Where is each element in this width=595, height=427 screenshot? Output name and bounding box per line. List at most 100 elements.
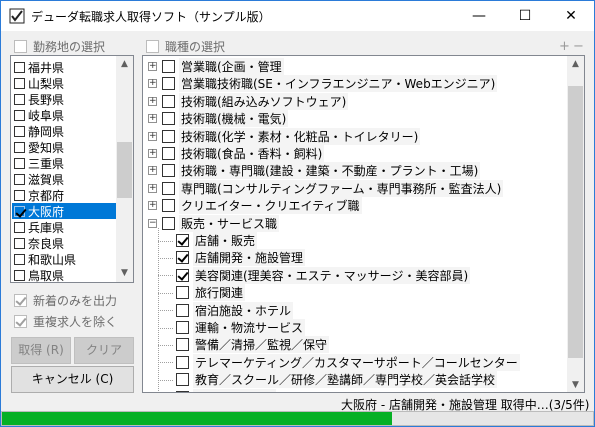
location-item-checkbox[interactable] xyxy=(14,77,25,89)
location-list-item[interactable]: 兵庫県 xyxy=(12,219,118,235)
location-item-checkbox[interactable] xyxy=(14,253,25,265)
job-category-checkbox[interactable] xyxy=(162,199,175,213)
job-category-checkbox[interactable] xyxy=(162,216,175,230)
job-subcategory-checkbox[interactable] xyxy=(176,373,189,387)
job-subcategory-row[interactable]: 宿泊施設・ホテル xyxy=(176,301,294,319)
maximize-button[interactable]: ☐ xyxy=(502,1,548,31)
job-category-checkbox[interactable] xyxy=(162,60,175,73)
location-scrollbar[interactable]: ▲ ▼ xyxy=(116,56,133,282)
job-tree-scrollbar[interactable]: ▲ ▼ xyxy=(567,56,584,392)
job-select-all[interactable]: 職種の選択 xyxy=(146,38,225,55)
collapse-all-button[interactable]: − xyxy=(573,39,584,54)
location-item-checkbox[interactable] xyxy=(14,109,25,121)
location-item-checkbox[interactable] xyxy=(14,157,25,169)
job-category-checkbox[interactable] xyxy=(162,147,175,160)
job-category-row[interactable]: + 営業職(企画・管理 xyxy=(148,58,284,75)
job-category-checkbox[interactable] xyxy=(162,77,175,91)
collapse-icon[interactable]: − xyxy=(148,218,157,228)
location-list[interactable]: 鳥取県 和歌山県 奈良県 兵庫県 大阪府 京都府 滋賀県 三重県 愛知県 静岡県 岐阜県 長野県 山梨県… xyxy=(10,55,134,283)
clear-button[interactable]: クリア (N) xyxy=(74,337,134,382)
location-list-item[interactable]: 滋賀県 xyxy=(12,171,118,187)
job-category-row[interactable]: + クリエイター・クリエイティブ職 xyxy=(148,197,362,215)
location-list-item[interactable]: 和歌山県 xyxy=(12,251,118,267)
job-subcategory-row[interactable]: バイヤー／MD xyxy=(176,388,277,392)
location-item-checkbox[interactable] xyxy=(14,205,25,217)
scroll-down-arrow[interactable]: ▼ xyxy=(116,265,133,282)
location-select-all[interactable]: 勤務地の選択 xyxy=(14,38,105,55)
expand-icon[interactable]: + xyxy=(148,114,157,124)
job-subcategory-checkbox[interactable] xyxy=(176,355,189,369)
job-subcategory-checkbox[interactable] xyxy=(176,286,189,300)
location-item-checkbox[interactable] xyxy=(14,61,25,73)
expand-icon[interactable]: + xyxy=(148,96,157,106)
location-list-item[interactable]: 静岡県 xyxy=(12,123,118,139)
new-only-option[interactable]: 新着のみを出力 xyxy=(14,292,117,309)
tree-scroll-up-arrow[interactable]: ▲ xyxy=(567,56,584,73)
job-subcategory-row[interactable]: 教育／スクール／研修／塾講師／専門学校／英会話学校 xyxy=(176,371,498,389)
job-subcategory-row[interactable]: 旅行関連 xyxy=(176,284,246,302)
job-category-row[interactable]: + 専門職(コンサルティングファーム・専門事務所・監査法人) xyxy=(148,179,504,197)
location-list-item[interactable]: 鳥取県 xyxy=(12,267,118,282)
location-item-checkbox[interactable] xyxy=(14,93,25,105)
job-category-row[interactable]: + 技術職・専門職(建設・建築・不動産・プラント・工場) xyxy=(148,162,481,180)
job-category-row[interactable]: + 技術職(組み込みソフトウェア) xyxy=(148,92,349,110)
job-select-all-checkbox[interactable] xyxy=(146,40,159,53)
expand-all-button[interactable]: + xyxy=(559,39,570,54)
dedupe-option[interactable]: 重複求人を除く xyxy=(14,313,117,330)
job-category-checkbox[interactable] xyxy=(162,94,175,108)
job-tree[interactable]: ブライダル・葬祭バイヤー／MD教育／スクール／研修／塾講師／専門学校／英会話学校… xyxy=(142,55,585,393)
location-list-item[interactable]: 福井県 xyxy=(12,59,118,75)
job-category-row[interactable]: + 技術職(機械・電気) xyxy=(148,110,289,128)
job-category-checkbox[interactable] xyxy=(162,129,175,143)
job-category-row[interactable]: + 技術職(化学・素材・化粧品・トイレタリー) xyxy=(148,127,421,145)
location-list-item[interactable]: 奈良県 xyxy=(12,235,118,251)
location-item-checkbox[interactable] xyxy=(14,173,25,185)
expand-icon[interactable]: + xyxy=(148,183,157,193)
tree-scroll-thumb[interactable] xyxy=(568,86,583,358)
location-item-checkbox[interactable] xyxy=(14,189,25,201)
location-list-item[interactable]: 岐阜県 xyxy=(12,107,118,123)
job-subcategory-row[interactable]: 警備／清掃／監視／保守 xyxy=(176,336,330,354)
expand-icon[interactable]: + xyxy=(148,166,157,176)
location-item-checkbox[interactable] xyxy=(14,221,25,233)
expand-icon[interactable]: + xyxy=(148,131,157,141)
expand-icon[interactable]: + xyxy=(148,62,157,71)
location-item-checkbox[interactable] xyxy=(14,237,25,249)
location-item-checkbox[interactable] xyxy=(14,269,25,281)
new-only-checkbox[interactable] xyxy=(14,294,27,307)
location-list-item[interactable]: 三重県 xyxy=(12,155,118,171)
job-category-checkbox[interactable] xyxy=(162,164,175,178)
location-select-all-checkbox[interactable] xyxy=(14,40,27,53)
job-category-row[interactable]: + 営業職技術職(SE・インフラエンジニア・Webエンジニア) xyxy=(148,75,498,93)
job-category-row[interactable]: + 技術職(食品・香料・飼料) xyxy=(148,145,325,162)
scroll-up-arrow[interactable]: ▲ xyxy=(116,56,133,73)
fetch-button[interactable]: 取得 (R) xyxy=(11,337,71,364)
job-subcategory-checkbox[interactable] xyxy=(176,321,189,334)
dedupe-checkbox[interactable] xyxy=(14,315,27,328)
scroll-thumb[interactable] xyxy=(117,142,132,198)
minimize-button[interactable]: — xyxy=(456,1,502,31)
job-subcategory-checkbox[interactable] xyxy=(176,268,189,282)
cancel-button[interactable]: キャンセル (C) xyxy=(11,366,134,393)
job-subcategory-row[interactable]: 美容関連(理美容・エステ・マッサージ・美容部員) xyxy=(176,266,471,284)
job-subcategory-row[interactable]: 運輸・物流サービス xyxy=(176,319,306,336)
job-category-checkbox[interactable] xyxy=(162,112,175,126)
job-category-row[interactable]: − 販売・サービス職 xyxy=(148,214,280,232)
location-item-checkbox[interactable] xyxy=(14,125,25,137)
job-subcategory-row[interactable]: テレマーケティング／カスタマーサポート／コールセンター xyxy=(176,353,520,371)
job-subcategory-checkbox[interactable] xyxy=(176,234,189,247)
job-category-checkbox[interactable] xyxy=(162,181,175,195)
job-subcategory-checkbox[interactable] xyxy=(176,338,189,352)
close-button[interactable]: ✕ xyxy=(548,1,594,31)
expand-icon[interactable]: + xyxy=(148,79,157,89)
job-subcategory-checkbox[interactable] xyxy=(176,390,189,392)
location-item-checkbox[interactable] xyxy=(14,141,25,153)
tree-scroll-down-arrow[interactable]: ▼ xyxy=(567,377,584,392)
location-list-item[interactable]: 愛知県 xyxy=(12,139,118,155)
job-subcategory-row[interactable]: 店舗開発・施設管理 xyxy=(176,249,306,267)
location-list-item[interactable]: 大阪府 xyxy=(12,203,118,219)
job-subcategory-row[interactable]: 店舗・販売 xyxy=(176,232,258,249)
location-list-item[interactable]: 山梨県 xyxy=(12,75,118,91)
job-subcategory-checkbox[interactable] xyxy=(176,303,189,317)
location-list-item[interactable]: 京都府 xyxy=(12,187,118,203)
